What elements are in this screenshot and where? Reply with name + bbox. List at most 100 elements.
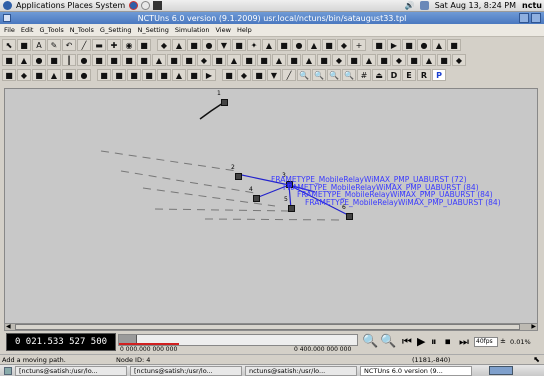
line-tool-icon[interactable]: ╱: [77, 39, 91, 51]
stop-icon[interactable]: ⏹: [445, 335, 451, 349]
tool-r2-25-icon[interactable]: ▲: [362, 54, 376, 66]
skip-end-icon[interactable]: ⏭: [459, 335, 469, 349]
grid-icon[interactable]: #: [357, 69, 371, 81]
tool-r2-27-icon[interactable]: ◆: [392, 54, 406, 66]
tool-r2-24-icon[interactable]: ■: [347, 54, 361, 66]
draw-line-icon[interactable]: ╱: [282, 69, 296, 81]
tool-r2-3-icon[interactable]: ●: [32, 54, 46, 66]
tool-r3-6-icon[interactable]: ●: [77, 69, 91, 81]
mode-run-button[interactable]: R: [417, 69, 431, 81]
tool-r3-11-icon[interactable]: ■: [157, 69, 171, 81]
tool-r3-15-icon[interactable]: ■: [222, 69, 236, 81]
tool-r2-18-icon[interactable]: ■: [257, 54, 271, 66]
network-icon[interactable]: [419, 1, 429, 10]
tool-r2-15-icon[interactable]: ■: [212, 54, 226, 66]
speed-spinner-icon[interactable]: ±: [500, 337, 506, 345]
tool-r2-12-icon[interactable]: ■: [167, 54, 181, 66]
switch-tool-icon[interactable]: ■: [137, 39, 151, 51]
tool-r2-1-icon[interactable]: ■: [2, 54, 16, 66]
add-node-tool-icon[interactable]: +: [352, 39, 366, 51]
menu-simulation[interactable]: Simulation: [175, 26, 210, 34]
ots-tool-icon[interactable]: ▶: [387, 39, 401, 51]
sgsn-tool-icon[interactable]: ■: [322, 39, 336, 51]
menu-view[interactable]: View: [216, 26, 231, 34]
tool-r2-26-icon[interactable]: ■: [377, 54, 391, 66]
pencil-tool-icon[interactable]: ✎: [47, 39, 61, 51]
ss-tool-icon[interactable]: ■: [277, 39, 291, 51]
timeline-slider[interactable]: [118, 334, 358, 346]
ms-tool-icon[interactable]: ●: [292, 39, 306, 51]
tool-r3-1-icon[interactable]: ■: [2, 69, 16, 81]
tool-r2-14-icon[interactable]: ◆: [197, 54, 211, 66]
menu-g-tools[interactable]: G_Tools: [39, 26, 63, 34]
tool-r2-10-icon[interactable]: ■: [137, 54, 151, 66]
tool-r2-20-icon[interactable]: ■: [287, 54, 301, 66]
tool-r3-4-icon[interactable]: ▲: [47, 69, 61, 81]
node-1[interactable]: 1: [217, 90, 229, 107]
taskbar-item-nctuns[interactable]: NCTUns 6.0 version (9...: [360, 365, 472, 376]
router-tool-icon[interactable]: ◆: [157, 39, 171, 51]
host-tool-icon[interactable]: ◉: [122, 39, 136, 51]
tool-r2-23-icon[interactable]: ◆: [332, 54, 346, 66]
ap-tool-icon[interactable]: ▲: [172, 39, 186, 51]
node-4[interactable]: 4: [249, 186, 261, 203]
gateway-tool-icon[interactable]: ●: [202, 39, 216, 51]
tool-r3-8-icon[interactable]: ■: [112, 69, 126, 81]
menu-n-setting[interactable]: N_Setting: [137, 26, 168, 34]
zoom-reset-icon[interactable]: 🔍: [342, 69, 356, 81]
qos-tool-icon[interactable]: ■: [447, 39, 461, 51]
menu-help[interactable]: Help: [237, 26, 252, 34]
workspace-switcher[interactable]: [489, 366, 513, 375]
node-6[interactable]: 6: [342, 204, 354, 221]
curve-tool-icon[interactable]: ↶: [62, 39, 76, 51]
tool-r2-30-icon[interactable]: ■: [437, 54, 451, 66]
tool-r2-31-icon[interactable]: ◆: [452, 54, 466, 66]
taskbar-item-terminal-2[interactable]: [nctuns@satish:/usr/lo...: [130, 365, 242, 376]
mobile-node-tool-icon[interactable]: ▼: [217, 39, 231, 51]
mode-edit-button[interactable]: E: [402, 69, 416, 81]
sat-tool-icon[interactable]: ✦: [247, 39, 261, 51]
tool-r2-9-icon[interactable]: ■: [122, 54, 136, 66]
tool-r2-21-icon[interactable]: ▲: [302, 54, 316, 66]
system-menu[interactable]: Applications Places System: [16, 1, 125, 10]
browser-icon[interactable]: [129, 1, 139, 10]
clock-label[interactable]: Sat Aug 13, 8:24 PM: [435, 1, 516, 10]
menu-edit[interactable]: Edit: [21, 26, 34, 34]
tool-r2-5-icon[interactable]: ┃: [62, 54, 76, 66]
zoom-out-time-icon[interactable]: 🔍: [380, 334, 396, 349]
menu-file[interactable]: File: [4, 26, 15, 34]
canvas-horizontal-scrollbar[interactable]: ◀ ▶: [4, 323, 538, 331]
taskbar-item-terminal-1[interactable]: [nctuns@satish:/usr/lo...: [15, 365, 127, 376]
eject-icon[interactable]: ⏏: [372, 69, 386, 81]
gprs-tool-icon[interactable]: ▲: [307, 39, 321, 51]
scroll-left-arrow-icon[interactable]: ◀: [6, 323, 11, 330]
play-icon[interactable]: ▶: [417, 335, 425, 348]
help-icon[interactable]: [141, 1, 151, 10]
zoom-in-time-icon[interactable]: 🔍: [362, 334, 378, 349]
mode-draw-button[interactable]: D: [387, 69, 401, 81]
tool-r2-8-icon[interactable]: ■: [107, 54, 121, 66]
wan-tool-icon[interactable]: ▲: [432, 39, 446, 51]
window-titlebar[interactable]: NCTUns 6.0 version (9.1.2009) usr.local/…: [0, 12, 544, 24]
menu-g-setting[interactable]: G_Setting: [100, 26, 132, 34]
tool-r3-9-icon[interactable]: ■: [127, 69, 141, 81]
tool-r2-19-icon[interactable]: ▲: [272, 54, 286, 66]
menu-n-tools[interactable]: N_Tools: [70, 26, 94, 34]
window-menu-icon[interactable]: [3, 14, 11, 22]
tool-r3-17-icon[interactable]: ■: [252, 69, 266, 81]
close-button[interactable]: [531, 13, 541, 23]
node-2[interactable]: 2: [231, 164, 243, 181]
fps-field[interactable]: 40fps: [474, 337, 498, 347]
tool-r2-6-icon[interactable]: ●: [77, 54, 91, 66]
tool-r2-29-icon[interactable]: ▲: [422, 54, 436, 66]
obs-tool-icon[interactable]: ●: [417, 39, 431, 51]
pause-icon[interactable]: ⏸: [431, 335, 437, 349]
taskbar-item-terminal-3[interactable]: nctuns@satish:/usr/lo...: [245, 365, 357, 376]
tool-r2-22-icon[interactable]: ■: [317, 54, 331, 66]
tool-r3-16-icon[interactable]: ◆: [237, 69, 251, 81]
block-tool-icon[interactable]: ■: [17, 39, 31, 51]
tool-r3-2-icon[interactable]: ◆: [17, 69, 31, 81]
tool-r2-4-icon[interactable]: ■: [47, 54, 61, 66]
tool-r2-7-icon[interactable]: ■: [92, 54, 106, 66]
scroll-right-arrow-icon[interactable]: ▶: [531, 323, 536, 330]
